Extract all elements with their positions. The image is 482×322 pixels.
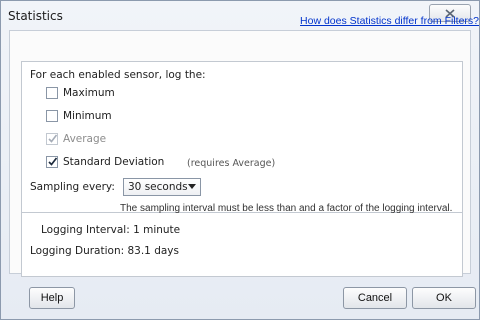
maximum-checkbox[interactable]: [46, 87, 58, 99]
average-checkbox[interactable]: [46, 133, 58, 145]
average-label: Average: [63, 133, 107, 145]
options-heading: For each enabled sensor, log the:: [30, 69, 206, 81]
window-title: Statistics: [8, 9, 63, 23]
cancel-button[interactable]: Cancel: [343, 287, 407, 309]
help-button[interactable]: Help: [29, 287, 75, 309]
chevron-down-icon: [188, 184, 196, 189]
minimum-label: Minimum: [63, 110, 112, 122]
standard-deviation-checkbox[interactable]: [46, 156, 58, 168]
logging-duration: Logging Duration: 83.1 days: [30, 245, 179, 257]
ok-button[interactable]: OK: [412, 287, 476, 309]
checkmark-icon: [48, 157, 58, 166]
minimum-checkbox[interactable]: [46, 110, 58, 122]
sampling-interval-value: 30 seconds: [128, 181, 188, 193]
logging-interval: Logging Interval: 1 minute: [41, 224, 181, 236]
sampling-interval-dropdown[interactable]: 30 seconds: [123, 178, 201, 196]
maximum-label: Maximum: [63, 87, 115, 99]
sampling-interval-note: The sampling interval must be less than …: [120, 203, 453, 214]
sampling-label: Sampling every:: [30, 181, 115, 193]
standard-deviation-label: Standard Deviation: [63, 156, 165, 168]
statistics-vs-filters-link[interactable]: How does Statistics differ from Filters?: [300, 15, 479, 27]
requires-average-note: (requires Average): [187, 158, 276, 169]
checkmark-icon: [48, 134, 58, 143]
